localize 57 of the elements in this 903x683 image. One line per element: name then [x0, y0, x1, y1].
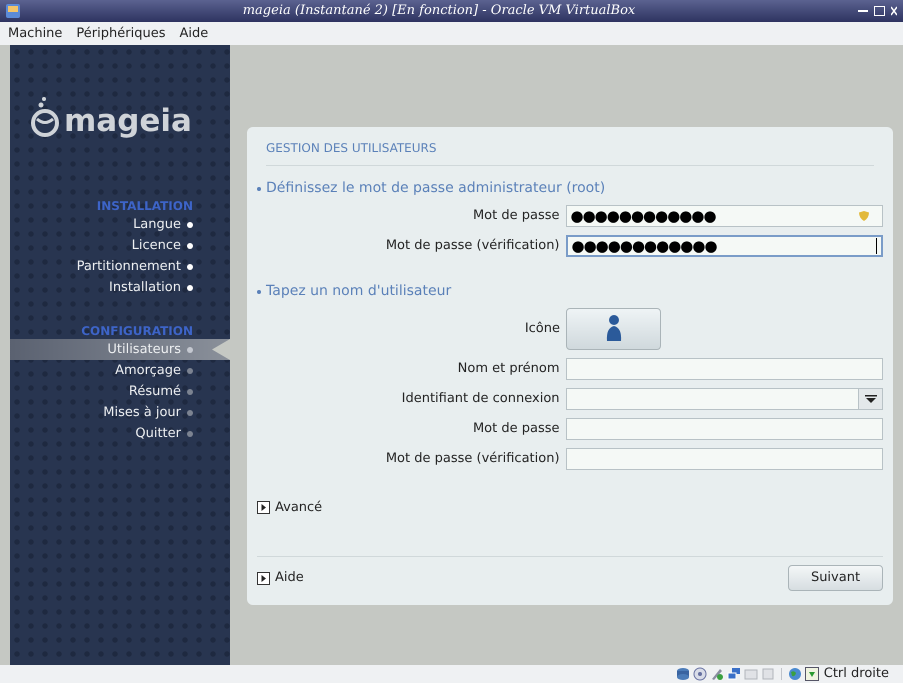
- password-field[interactable]: ●●●●●●●●●●●●: [566, 235, 883, 257]
- login-combo-field[interactable]: [566, 388, 883, 410]
- download-icon: [804, 667, 819, 681]
- menu-item[interactable]: Machine: [8, 24, 62, 44]
- field-label: Identifiant de connexion: [400, 390, 560, 408]
- field-label: Icône: [524, 320, 560, 338]
- section-header: CONFIGURATION: [80, 323, 194, 339]
- maximize-icon[interactable]: [874, 6, 885, 16]
- shield-icon: [858, 210, 870, 222]
- panel-title: GESTION DES UTILISATEURS: [266, 141, 437, 155]
- sidebar-item[interactable]: Licence: [10, 235, 230, 256]
- advanced-expander[interactable]: Avancé: [257, 498, 883, 518]
- field-label: Mot de passe: [472, 420, 560, 438]
- next-button[interactable]: Suivant: [788, 565, 883, 591]
- masked-password: ●●●●●●●●●●●●: [572, 238, 718, 254]
- section-heading: Tapez un nom d'utilisateur: [266, 282, 452, 301]
- logo-text: mageia: [64, 106, 192, 139]
- menu-item[interactable]: Aide: [179, 24, 208, 44]
- bullet-icon: [257, 186, 261, 190]
- sidebar-item[interactable]: Utilisateurs: [10, 339, 230, 360]
- sidebar-item[interactable]: Langue: [10, 214, 230, 235]
- avatar-button[interactable]: [566, 308, 661, 350]
- bullet-icon: [257, 290, 261, 294]
- disc-icon: [692, 667, 707, 681]
- sidebar-item[interactable]: Mises à jour: [10, 402, 230, 423]
- caret-icon: [864, 395, 876, 403]
- menu-item[interactable]: Périphériques: [76, 24, 166, 44]
- sidebar-item[interactable]: Amorçage: [10, 360, 230, 381]
- input-field[interactable]: [566, 448, 883, 470]
- window-title: mageia (Instantané 2) [En fonction] - Oracle VM VirtualBox: [242, 2, 636, 20]
- input-field[interactable]: [566, 358, 883, 380]
- dropdown-button[interactable]: [858, 389, 882, 409]
- field-label: Mot de passe (vérification): [384, 237, 560, 256]
- sidebar-item[interactable]: Quitter: [10, 423, 230, 444]
- input-field[interactable]: [566, 418, 883, 440]
- password-field[interactable]: ●●●●●●●●●●●●: [566, 205, 883, 227]
- masked-password: ●●●●●●●●●●●●: [570, 208, 717, 224]
- text-cursor: [876, 238, 877, 254]
- section-header: INSTALLATION: [96, 198, 194, 214]
- globe-icon: [788, 667, 802, 681]
- field-label: Nom et prénom: [456, 360, 560, 378]
- expand-icon: [257, 572, 270, 584]
- sidebar-item[interactable]: Installation: [10, 277, 230, 298]
- pointer-icon: [212, 339, 230, 360]
- host-key-label: Ctrl droite: [824, 665, 889, 683]
- help-expander[interactable]: Aide: [257, 568, 304, 588]
- field-label: Mot de passe: [472, 207, 560, 226]
- sidebar-item[interactable]: Résumé: [10, 381, 230, 402]
- field-label: Mot de passe (vérification): [384, 450, 560, 468]
- screens-icon: [726, 667, 741, 681]
- sidebar-item[interactable]: Partitionnement: [10, 256, 230, 277]
- close-icon[interactable]: [891, 6, 897, 16]
- logo-icon: [30, 95, 60, 139]
- expand-icon: [257, 501, 270, 514]
- section-heading: Définissez le mot de passe administrateur (root): [266, 179, 606, 198]
- app-icon: [6, 4, 20, 18]
- disk-icon: [676, 667, 690, 681]
